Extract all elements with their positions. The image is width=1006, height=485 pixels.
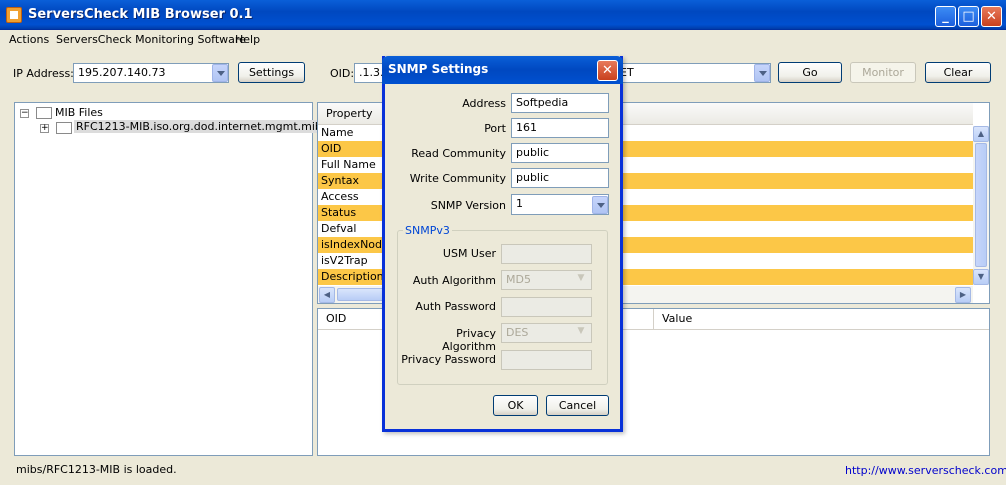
privacy-password-field[interactable] bbox=[501, 350, 592, 370]
hscroll-thumb[interactable] bbox=[337, 288, 387, 301]
privacy-algorithm-chevron-icon: ▼ bbox=[577, 326, 585, 336]
serverscheck-link[interactable]: http://www.serverscheck.com bbox=[845, 464, 1006, 477]
snmp-version-dropdown-icon[interactable] bbox=[592, 196, 608, 214]
cancel-button[interactable]: Cancel bbox=[546, 395, 609, 416]
settings-button[interactable]: Settings bbox=[238, 62, 305, 83]
scroll-right-icon[interactable]: ▶ bbox=[955, 287, 971, 303]
folder-icon bbox=[36, 107, 52, 119]
port-label: Port bbox=[484, 122, 506, 135]
auth-password-label: Auth Password bbox=[415, 300, 496, 313]
results-header-value[interactable]: Value bbox=[654, 309, 989, 330]
snmpv3-group-title: SNMPv3 bbox=[403, 224, 452, 237]
dialog-close-button[interactable]: ✕ bbox=[597, 60, 618, 81]
snmp-version-label: SNMP Version bbox=[430, 199, 506, 212]
tree-node-rfc1213[interactable]: RFC1213-MIB.iso.org.dod.internet.mgmt.mi… bbox=[74, 120, 335, 133]
expand-icon[interactable]: + bbox=[40, 124, 49, 133]
vscroll-thumb[interactable] bbox=[975, 143, 987, 267]
menu-serverscheck[interactable]: ServersCheck Monitoring Software bbox=[56, 33, 246, 46]
maximize-button[interactable]: □ bbox=[958, 6, 979, 27]
oid-label: OID: bbox=[330, 67, 355, 80]
clear-button[interactable]: Clear bbox=[925, 62, 991, 83]
scroll-up-icon[interactable]: ▲ bbox=[973, 126, 989, 142]
close-button[interactable]: ✕ bbox=[981, 6, 1002, 27]
window-title: ServersCheck MIB Browser 0.1 bbox=[28, 7, 253, 22]
auth-password-field[interactable] bbox=[501, 297, 592, 317]
menu-help[interactable]: Help bbox=[235, 33, 260, 46]
read-community-field[interactable]: public bbox=[511, 143, 609, 163]
dialog-title: SNMP Settings bbox=[388, 62, 489, 76]
collapse-icon[interactable]: − bbox=[20, 109, 29, 118]
scroll-left-icon[interactable]: ◀ bbox=[319, 287, 335, 303]
monitor-button[interactable]: Monitor bbox=[850, 62, 916, 83]
ok-button[interactable]: OK bbox=[493, 395, 538, 416]
oid-dropdown-icon[interactable] bbox=[754, 64, 770, 82]
privacy-algorithm-label: Privacy Algorithm bbox=[442, 327, 496, 353]
write-community-label: Write Community bbox=[409, 172, 506, 185]
privacy-password-label: Privacy Password bbox=[401, 353, 496, 366]
address-label: Address bbox=[462, 97, 506, 110]
go-button[interactable]: Go bbox=[778, 62, 842, 83]
tree-root-mib-files[interactable]: MIB Files bbox=[55, 106, 103, 119]
minimize-button[interactable]: _ bbox=[935, 6, 956, 27]
auth-algorithm-chevron-icon: ▼ bbox=[577, 273, 585, 283]
ip-address-combo[interactable]: 195.207.140.73 bbox=[73, 63, 229, 83]
folder-icon bbox=[56, 122, 72, 134]
scroll-down-icon[interactable]: ▼ bbox=[973, 269, 989, 285]
ip-address-label: IP Address: bbox=[13, 67, 74, 80]
usm-user-field[interactable] bbox=[501, 244, 592, 264]
port-field[interactable]: 161 bbox=[511, 118, 609, 138]
oid-value: .1.3. bbox=[359, 66, 384, 79]
address-field[interactable]: Softpedia bbox=[511, 93, 609, 113]
status-message: mibs/RFC1213-MIB is loaded. bbox=[16, 463, 177, 476]
menu-actions[interactable]: Actions bbox=[9, 33, 49, 46]
app-icon bbox=[6, 7, 22, 23]
ip-dropdown-icon[interactable] bbox=[212, 64, 228, 82]
usm-user-label: USM User bbox=[442, 247, 496, 260]
read-community-label: Read Community bbox=[411, 147, 506, 160]
write-community-field[interactable]: public bbox=[511, 168, 609, 188]
auth-algorithm-label: Auth Algorithm bbox=[412, 274, 496, 287]
mib-tree-panel bbox=[14, 102, 313, 456]
